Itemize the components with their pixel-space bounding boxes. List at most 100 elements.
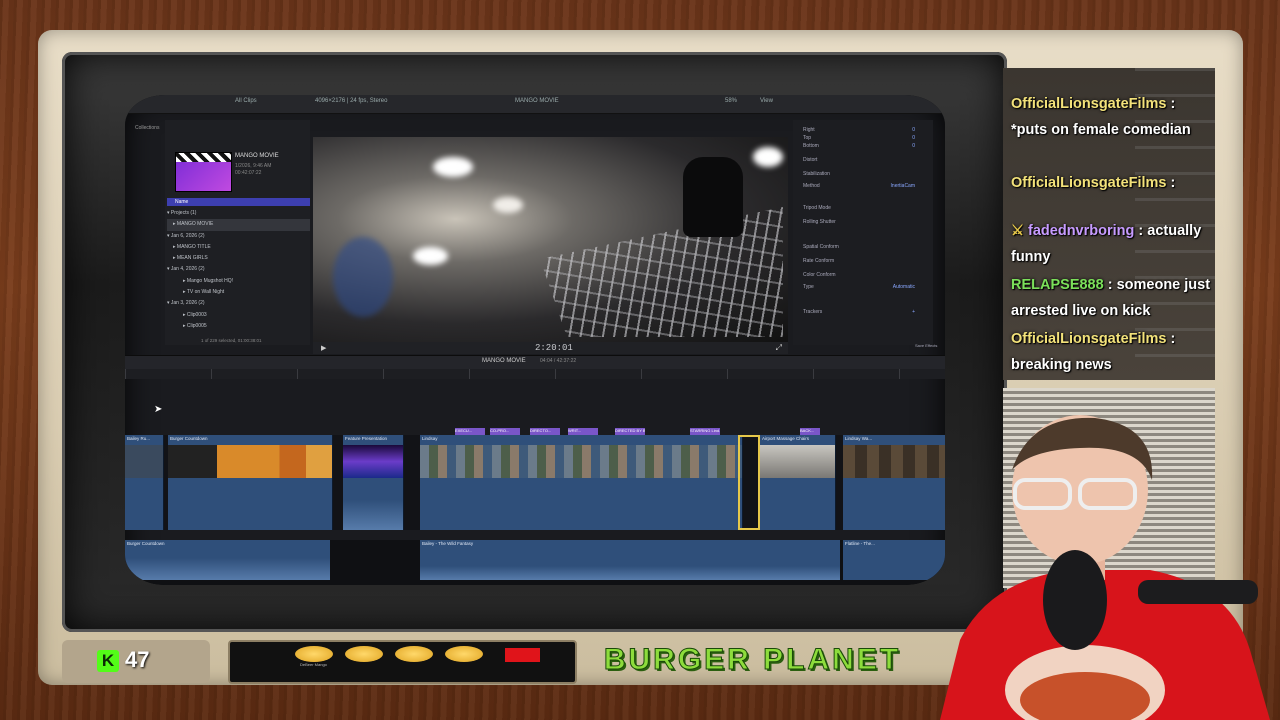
tree-item-label: MANGO MOVIE	[176, 221, 214, 228]
clip-thumbnail	[125, 445, 163, 478]
inspector-row[interactable]: Rolling Shutter	[803, 219, 923, 225]
timeline-clip[interactable]: Bailey Ru...	[125, 435, 164, 530]
clip-label: Burger Countdown	[170, 436, 208, 441]
timecode-display: 2:20:01	[535, 343, 573, 353]
kick-logo-icon: K	[97, 650, 119, 672]
tree-item[interactable]: ▾ Jan 6, 2026 (2)	[167, 231, 310, 242]
timeline-name[interactable]: MANGO MOVIE	[482, 358, 526, 364]
clip-label: Feature Presentation	[345, 436, 388, 441]
project-thumbnail[interactable]	[175, 152, 232, 192]
tree-item-label: TV on Wall Night	[186, 289, 225, 296]
inspector-value[interactable]: 0	[912, 135, 915, 141]
brand-title: BURGER PLANET	[603, 643, 902, 677]
fullscreen-icon[interactable]: ⤢	[776, 343, 782, 353]
title-clip[interactable]: WRIT...	[568, 428, 598, 435]
audio-clip-label: Flatline - The...	[845, 541, 875, 546]
title-clip[interactable]: CO-PRO...	[490, 428, 520, 435]
audio-waveform	[125, 558, 330, 580]
microphone	[1043, 550, 1107, 650]
title-clip[interactable]: EXECU...	[455, 428, 485, 435]
playhead-selection[interactable]	[738, 435, 760, 530]
clip-thumbnail	[343, 445, 403, 478]
tree-item-label: Projects (1)	[170, 210, 197, 216]
inspector-value[interactable]: +	[912, 309, 915, 315]
tree-item[interactable]: ▸ TV on Wall Night	[167, 287, 310, 298]
inspector-label: Method	[803, 183, 820, 189]
inspector-label: Spatial Conform	[803, 244, 839, 250]
inspector-value[interactable]: InertiaCam	[891, 183, 915, 189]
tree-item[interactable]: ▸ Clip0005	[167, 321, 310, 332]
emote-icon: ⚔	[1011, 223, 1029, 239]
chat-username[interactable]: OfficialLionsgateFilms	[1011, 331, 1167, 347]
chat-username[interactable]: RELAPSE888	[1011, 277, 1104, 293]
inspector-row[interactable]: Top 0	[803, 135, 923, 141]
project-meta: 1/2026, 9:46 AM 00:42:07:22	[235, 163, 271, 177]
audio-clip[interactable]: Burger Countdown	[125, 540, 330, 580]
title-clip[interactable]: BACK...	[800, 428, 820, 435]
all-clips-menu[interactable]: All Clips	[235, 98, 257, 104]
audio-clip[interactable]: Bailey - The Wild Fantasy	[420, 540, 840, 580]
deck-knob	[395, 646, 433, 662]
inspector-row[interactable]: Color Conform	[803, 272, 923, 278]
chat-message: RELAPSE888 : someone just arrested live …	[1011, 277, 1211, 319]
tree-item[interactable]: ▾ Jan 3, 2026 (2)	[167, 298, 310, 309]
inspector-row[interactable]: Trackers +	[803, 309, 923, 315]
mic-arm	[1138, 580, 1258, 604]
tree-item[interactable]: ▾ Projects (1)	[167, 208, 310, 219]
timeline-clip[interactable]: Lindsay	[420, 435, 743, 530]
view-menu[interactable]: View	[760, 98, 773, 104]
inspector-label: Rate Conform	[803, 258, 835, 264]
clip-thumbnail	[760, 445, 835, 478]
tree-item-label: Mango Mugshot HQ!	[186, 277, 234, 284]
inspector-row[interactable]: Stabilization	[803, 171, 923, 177]
deck-knob	[295, 646, 333, 662]
timeline-ruler[interactable]	[125, 369, 945, 379]
zoom-menu[interactable]: 58%	[725, 98, 737, 104]
tree-item[interactable]: ▸ Mango Mugshot HQ!	[167, 276, 310, 287]
inspector-row[interactable]: Rate Conform	[803, 258, 923, 264]
title-clip[interactable]: DIRECTO...	[530, 428, 560, 435]
library-header: Name	[167, 198, 310, 206]
timeline-clip[interactable]: Airport Massage Chairs	[760, 435, 836, 530]
inspector-row[interactable]: Spatial Conform	[803, 244, 923, 250]
inspector-row[interactable]: Type Automatic	[803, 284, 923, 290]
audio-clip-label: Bailey - The Wild Fantasy	[422, 541, 474, 546]
tree-item[interactable]: ▸ MEAN GIRLS	[167, 253, 310, 264]
inspector-row[interactable]: Method InertiaCam	[803, 183, 923, 189]
title-clip[interactable]: DIRECTED BY Ba...	[615, 428, 645, 435]
chat-username[interactable]: OfficialLionsgateFilms	[1011, 175, 1167, 191]
chat-username[interactable]: fadednvrboring	[1028, 223, 1134, 239]
viewer-controls: ▶ 2:20:01 ⤢	[313, 342, 788, 354]
chat-message: OfficialLionsgateFilms : breaking news	[1011, 331, 1176, 373]
tree-item[interactable]: ▾ Jan 4, 2026 (2)	[167, 264, 310, 275]
video-viewer[interactable]	[313, 137, 788, 342]
timeline-header: MANGO MOVIE 04:04 / 42:37:22	[125, 355, 945, 370]
save-effects-button[interactable]: Save Effects	[915, 343, 937, 348]
inspector-value[interactable]: 0	[912, 127, 915, 133]
inspector-row[interactable]: Tripod Mode	[803, 205, 923, 211]
browser-panel: MANGO MOVIE 1/2026, 9:46 AM 00:42:07:22 …	[165, 120, 310, 345]
clip-waveform	[343, 500, 403, 530]
chat-panel: OfficialLionsgateFilms : *puts on female…	[1003, 68, 1215, 380]
tree-item[interactable]: ▸ Clip0003	[167, 310, 310, 321]
library-header-label: Name	[175, 199, 189, 205]
tree-item-label: Clip0003	[186, 311, 207, 318]
audio-track[interactable]: Burger Countdown Bailey - The Wild Fanta…	[125, 540, 945, 585]
inspector-row[interactable]: Right 0	[803, 127, 923, 133]
inspector-row[interactable]: Distort	[803, 157, 923, 163]
chat-username[interactable]: OfficialLionsgateFilms	[1011, 96, 1167, 112]
primary-storyline[interactable]: Bailey Ru... Burger Countdown Feature Pr…	[125, 435, 945, 530]
tv-screen: All Clips 4096×2176 | 24 fps, Stereo MAN…	[125, 95, 945, 585]
play-icon[interactable]: ▶	[321, 344, 326, 352]
inspector-value[interactable]: 0	[912, 143, 915, 149]
inspector-value[interactable]: Automatic	[893, 284, 915, 290]
timeline-clip[interactable]: Burger Countdown	[168, 435, 333, 530]
tree-item[interactable]: ▸ MANGO MOVIE	[167, 219, 310, 231]
light-blob	[493, 197, 523, 213]
title-clip[interactable]: STARRING Lind...	[690, 428, 720, 435]
timeline-clip[interactable]: Feature Presentation	[343, 435, 404, 530]
editor-toolbar: All Clips 4096×2176 | 24 fps, Stereo MAN…	[125, 95, 945, 114]
tree-item[interactable]: ▸ MANGO TITLE	[167, 242, 310, 253]
project-duration: 00:42:07:22	[235, 170, 262, 176]
inspector-row[interactable]: Bottom 0	[803, 143, 923, 149]
